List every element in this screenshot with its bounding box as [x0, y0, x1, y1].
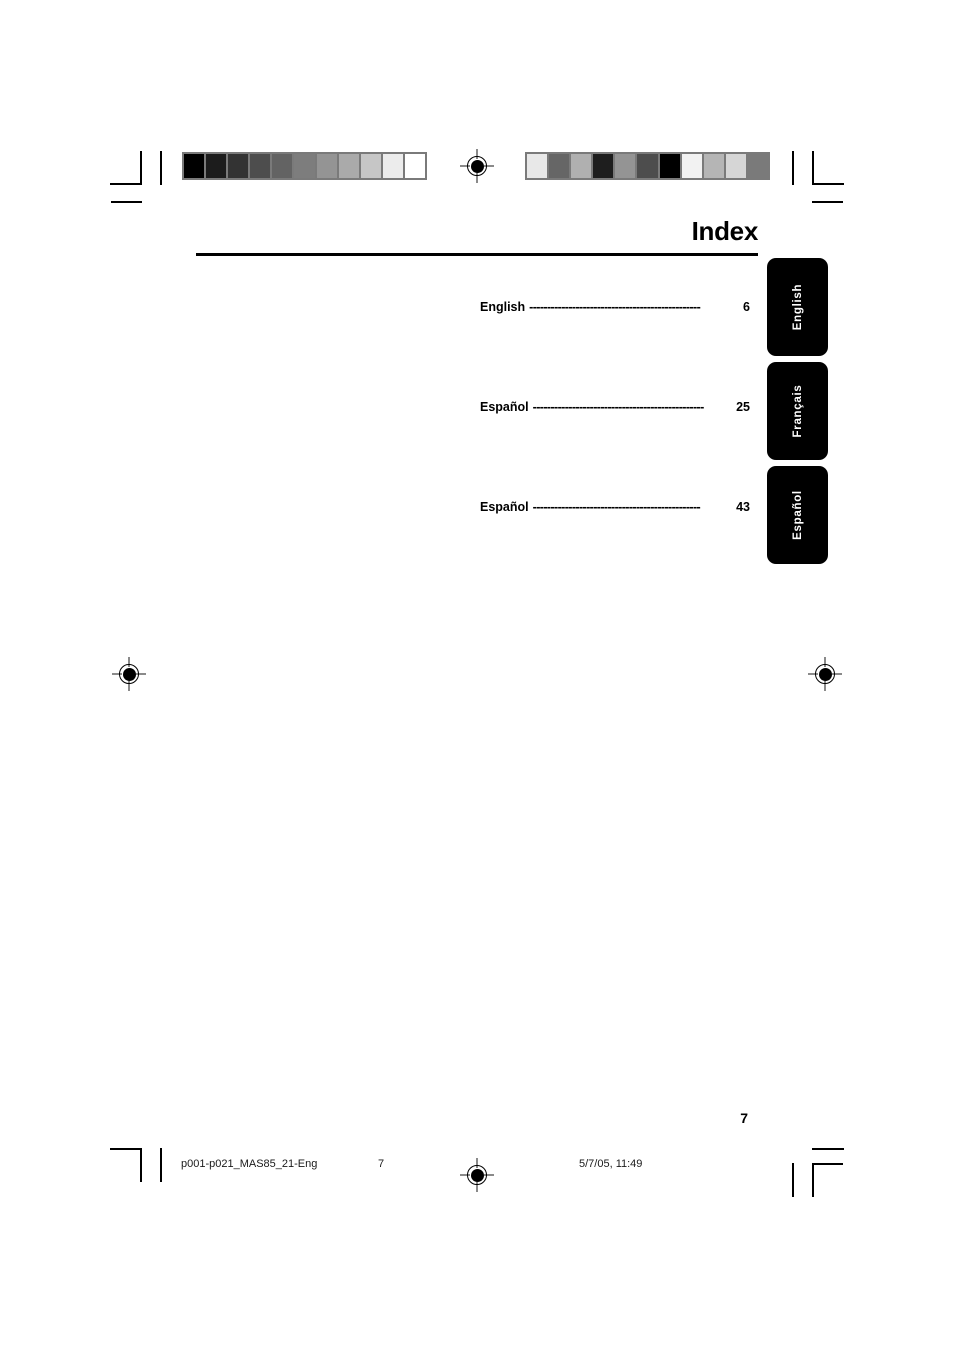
- gray-swatch: [615, 154, 636, 178]
- crop-mark-line: [812, 1148, 844, 1150]
- crop-mark-line: [111, 201, 142, 203]
- language-tab-english[interactable]: English: [767, 258, 828, 356]
- registration-target-left-icon: [112, 657, 146, 691]
- index-entry[interactable]: Español ---------------------------------…: [480, 500, 750, 600]
- title-divider: [196, 253, 758, 256]
- index-entry-page: 25: [736, 400, 750, 414]
- index-entry-page: 6: [743, 300, 750, 314]
- slug-date-time: 5/7/05, 11:49: [579, 1158, 643, 1170]
- gray-swatch: [703, 154, 724, 178]
- registration-target-right-icon: [808, 657, 842, 691]
- grayscale-random-patches: [525, 152, 770, 180]
- registration-target-top-icon: [460, 149, 494, 183]
- gray-swatch: [228, 154, 249, 178]
- index-entry-leader: ----------------------------------------…: [532, 500, 701, 514]
- crop-mark-line: [160, 151, 162, 185]
- index-entry-leader: ----------------------------------------…: [532, 400, 705, 414]
- index-entry[interactable]: English ---------------------------------…: [480, 300, 750, 400]
- crop-mark-line: [110, 1148, 142, 1150]
- page-header: Index: [196, 218, 758, 256]
- crop-mark-line: [812, 201, 843, 203]
- crop-mark-line: [812, 183, 844, 185]
- gray-swatch: [571, 154, 592, 178]
- gray-swatch: [294, 154, 315, 178]
- language-tab-franais[interactable]: Français: [767, 362, 828, 460]
- language-tab-espaol[interactable]: Español: [767, 466, 828, 564]
- index-entry[interactable]: Español ---------------------------------…: [480, 400, 750, 500]
- page-number: 7: [740, 1110, 748, 1126]
- gray-swatch: [593, 154, 614, 178]
- crop-mark-line: [812, 151, 814, 185]
- index-entry-label: English: [480, 300, 526, 314]
- gray-swatch: [338, 154, 359, 178]
- gray-swatch: [527, 154, 548, 178]
- gray-swatch: [272, 154, 293, 178]
- language-tab-label: Español: [791, 490, 804, 540]
- gray-swatch: [747, 154, 769, 178]
- page-title: Index: [691, 216, 759, 246]
- index-entry-label: Español: [480, 500, 529, 514]
- crop-mark-line: [110, 183, 142, 185]
- gray-swatch: [250, 154, 271, 178]
- crop-mark-line: [792, 151, 794, 185]
- gray-swatch: [681, 154, 702, 178]
- index-entry-label: Español: [480, 400, 529, 414]
- gray-swatch: [206, 154, 227, 178]
- crop-mark-line: [140, 151, 142, 185]
- slug-file-name: p001-p021_MAS85_21-Eng: [181, 1158, 318, 1170]
- gray-swatch: [360, 154, 381, 178]
- index-entry-list: English ---------------------------------…: [480, 300, 750, 600]
- gray-swatch: [382, 154, 403, 178]
- gray-swatch: [404, 154, 426, 178]
- printed-page: Index English ---------------------------…: [0, 0, 954, 1351]
- index-entry-leader: ----------------------------------------…: [529, 300, 701, 314]
- slug-page-number: 7: [378, 1158, 385, 1170]
- language-tab-strip: English Français Español: [767, 258, 828, 570]
- index-entry-page: 43: [736, 500, 750, 514]
- gray-swatch: [549, 154, 570, 178]
- grayscale-step-wedge: [182, 152, 427, 180]
- print-slug-footer: p001-p021_MAS85_21-Eng 7 5/7/05, 11:49: [0, 1158, 954, 1178]
- gray-swatch: [637, 154, 658, 178]
- gray-swatch: [659, 154, 680, 178]
- gray-swatch: [725, 154, 746, 178]
- language-tab-label: English: [791, 283, 804, 331]
- language-tab-label: Français: [791, 384, 804, 438]
- gray-swatch: [316, 154, 337, 178]
- gray-swatch: [184, 154, 205, 178]
